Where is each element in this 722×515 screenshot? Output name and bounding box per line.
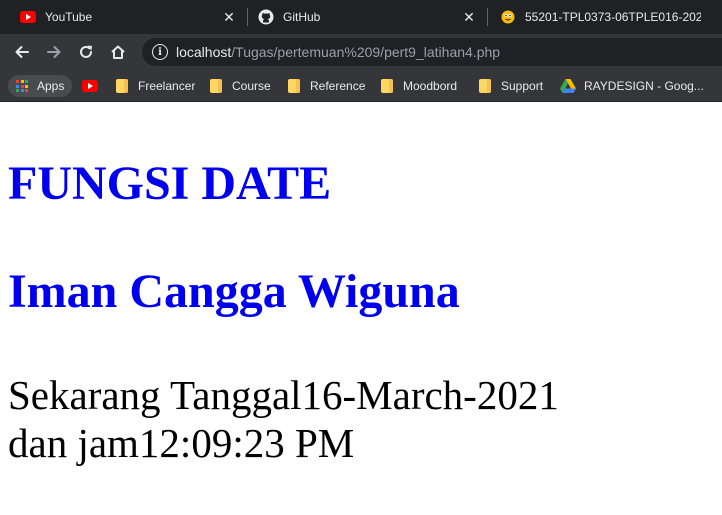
date-text: Sekarang Tanggal16-March-2021	[8, 372, 559, 418]
bookmark-freelancer[interactable]: Freelancer	[114, 75, 195, 97]
home-icon	[111, 45, 125, 59]
bookmark-label: Reference	[310, 79, 366, 93]
youtube-icon	[20, 9, 36, 25]
tab-strip: YouTube ✕ GitHub ✕ 55201-TPL0373-06TPLE0…	[0, 0, 722, 34]
back-button[interactable]	[10, 40, 34, 64]
arrow-left-icon	[15, 46, 29, 58]
bookmark-label: Course	[232, 79, 271, 93]
page-heading: FUNGSI DATE	[8, 157, 332, 210]
youtube-icon	[82, 78, 98, 94]
bookmark-label: Support	[501, 79, 544, 93]
tab-github[interactable]: GitHub ✕	[248, 0, 486, 34]
tab-title: 55201-TPL0373-06TPLE016-2020	[525, 10, 701, 24]
bookmark-youtube[interactable]	[82, 75, 106, 97]
tab-title: YouTube	[45, 10, 93, 24]
author-name: Iman Cangga Wiguna	[8, 265, 460, 318]
close-icon[interactable]: ✕	[462, 10, 476, 24]
bookmark-raydesign[interactable]: RAYDESIGN - Goog...	[560, 75, 704, 97]
time-text: dan jam12:09:23 PM	[8, 420, 355, 466]
folder-icon	[286, 78, 302, 94]
tab-title: GitHub	[283, 10, 321, 24]
bookmark-label: Freelancer	[138, 79, 196, 93]
close-icon[interactable]: ✕	[222, 10, 236, 24]
github-icon	[258, 9, 274, 25]
info-icon[interactable]: i	[152, 44, 168, 60]
apps-grid-icon	[14, 78, 30, 94]
reload-button[interactable]	[74, 40, 98, 64]
bookmark-reference[interactable]: Reference	[286, 75, 365, 97]
forward-button[interactable]	[42, 40, 66, 64]
bookmark-apps[interactable]: Apps	[8, 75, 73, 97]
google-drive-icon	[560, 78, 576, 94]
folder-icon	[208, 78, 224, 94]
home-button[interactable]	[106, 40, 130, 64]
bookmarks-bar: Apps Freelancer Course Reference Moodbor…	[0, 70, 722, 102]
address-bar[interactable]: i localhost/Tugas/pertemuan%209/pert9_la…	[142, 38, 722, 66]
url-host: localhost	[176, 44, 232, 60]
browser-toolbar: i localhost/Tugas/pertemuan%209/pert9_la…	[0, 34, 722, 70]
bookmark-support[interactable]: Support	[477, 75, 543, 97]
bookmark-label: RAYDESIGN - Goog...	[584, 79, 704, 93]
tab-course[interactable]: 55201-TPL0373-06TPLE016-2020	[488, 0, 722, 34]
tab-youtube[interactable]: YouTube ✕	[0, 0, 246, 34]
emoji-icon	[500, 9, 516, 25]
bookmark-moodbord[interactable]: Moodbord	[379, 75, 457, 97]
folder-icon	[477, 78, 493, 94]
bookmark-course[interactable]: Course	[208, 75, 271, 97]
page-content: FUNGSI DATE Iman Cangga Wiguna Sekarang …	[0, 103, 722, 515]
folder-icon	[114, 78, 130, 94]
folder-icon	[379, 78, 395, 94]
bookmark-label: Apps	[37, 79, 65, 93]
arrow-right-icon	[47, 46, 61, 58]
bookmark-label: Moodbord	[403, 79, 458, 93]
url-path: /Tugas/pertemuan%209/pert9_latihan4.php	[231, 44, 501, 60]
reload-icon	[80, 45, 92, 58]
